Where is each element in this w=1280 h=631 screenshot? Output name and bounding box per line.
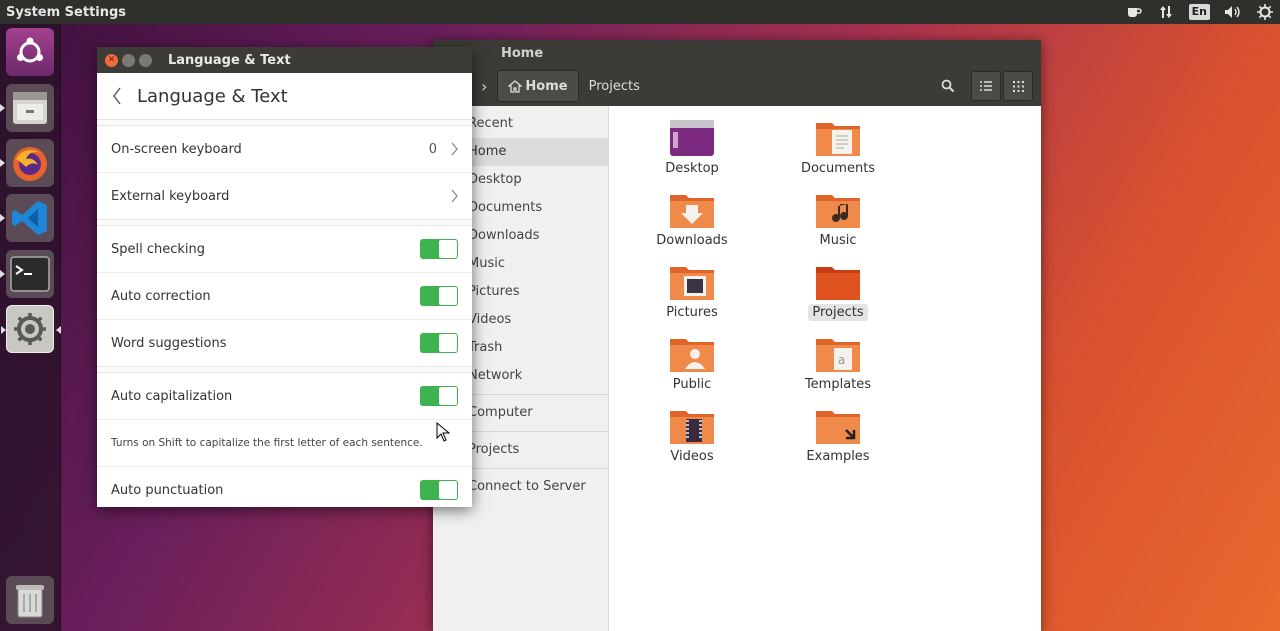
capitalization-group: Auto capitalization Turns on Shift to ca… [97,372,472,507]
folder-label: Desktop [665,161,719,176]
row-label: Word suggestions [111,335,227,351]
search-icon[interactable] [933,71,963,101]
folder-item-templates[interactable]: a Templates [783,336,893,393]
videos-folder-icon [670,408,714,444]
home-icon [508,79,523,93]
folder-item-projects[interactable]: Projects [783,264,893,321]
launcher [0,24,61,631]
files-titlebar: Home [433,40,1041,66]
documents-folder-icon [816,120,860,156]
app-title: System Settings [6,4,127,20]
trash-icon[interactable] [6,576,54,624]
minimize-button[interactable] [122,53,135,67]
folder-item-music[interactable]: Music [783,192,893,249]
row-label: External keyboard [111,188,230,204]
grid-view-icon[interactable] [1003,71,1033,101]
files-window: Home › Home Projects Recent Home Desktop… [433,40,1041,631]
files-window-title: Home [501,45,544,61]
auto-punctuation-row: Auto punctuation [97,467,472,507]
files-app-icon[interactable] [0,84,54,132]
close-button[interactable]: ✕ [105,53,118,67]
chevron-right-icon [451,189,458,203]
coffee-icon[interactable] [1125,4,1143,20]
lt-titlebar: ✕ Language & Text [97,47,472,73]
page-title: Language & Text [137,85,288,107]
downloads-folder-icon [670,192,714,228]
row-label: Auto correction [111,288,211,304]
volume-icon[interactable] [1224,4,1242,20]
word-suggestions-row: Word suggestions [97,320,472,366]
auto-capitalization-row: Auto capitalization [97,373,472,420]
folder-item-examples[interactable]: Examples [783,408,893,465]
projects-folder-icon [816,264,860,300]
text-correction-group: Spell checking Auto correction Word sugg… [97,225,472,367]
row-label: Auto capitalization [111,388,233,404]
path-projects-button[interactable]: Projects [579,71,650,101]
network-updown-icon[interactable] [1157,4,1175,20]
row-label: Auto punctuation [111,482,224,498]
lt-window-title: Language & Text [168,52,291,68]
top-panel: System Settings En [0,0,1280,24]
maximize-button[interactable] [139,53,152,67]
folder-label: Projects [808,304,868,321]
auto-punctuation-toggle[interactable] [420,480,458,500]
lt-header: Language & Text [97,73,472,120]
row-label: Spell checking [111,241,206,257]
files-toolbar: › Home Projects [433,66,1041,106]
folder-label: Videos [670,449,714,464]
auto-correction-row: Auto correction [97,273,472,320]
vscode-icon[interactable] [0,194,54,242]
desktop-folder-icon [670,120,714,156]
folder-label: Music [819,233,857,248]
chevron-right-icon [451,142,458,156]
external-keyboard-row[interactable]: External keyboard [97,173,472,219]
folder-item-documents[interactable]: Documents [783,120,893,177]
spell-checking-row: Spell checking [97,226,472,273]
chevron-left-icon [113,87,121,105]
public-folder-icon [670,336,714,372]
back-button[interactable] [97,73,137,119]
folder-item-pictures[interactable]: Pictures [637,264,747,321]
terminal-icon[interactable] [0,250,54,298]
folder-label: Examples [806,449,870,464]
word-suggestions-toggle[interactable] [420,333,458,353]
language-text-window: ✕ Language & Text Language & Text On-scr… [97,47,472,507]
mouse-pointer-icon [436,422,450,442]
folder-label: Downloads [656,233,728,248]
keyboard-language-indicator[interactable]: En [1188,4,1210,20]
auto-capitalization-toggle[interactable] [420,386,458,406]
folder-label: Public [672,377,712,392]
files-content: Desktop Documents Downloads Music Pictur… [609,106,1041,631]
folder-label: Pictures [666,305,718,320]
row-label: On-screen keyboard [111,141,242,157]
auto-correction-toggle[interactable] [420,286,458,306]
firefox-icon[interactable] [0,139,54,187]
folder-item-videos[interactable]: Videos [637,408,747,465]
spell-checking-toggle[interactable] [420,239,458,259]
music-folder-icon [816,192,860,228]
list-view-icon[interactable] [971,71,1001,101]
auto-capitalization-note: Turns on Shift to capitalize the first l… [97,420,472,467]
system-settings-icon[interactable] [1,305,61,353]
templates-folder-icon: a [816,336,860,372]
folder-label: Templates [804,377,872,392]
folder-item-downloads[interactable]: Downloads [637,192,747,249]
svg-text:a: a [838,353,845,367]
onscreen-keyboard-row[interactable]: On-screen keyboard 0 [97,126,472,173]
pictures-folder-icon [670,264,714,300]
examples-folder-icon [816,408,860,444]
path-home-label: Home [525,78,568,94]
folder-item-public[interactable]: Public [637,336,747,393]
path-home-button[interactable]: Home [497,70,579,102]
keyboard-group: On-screen keyboard 0 External keyboard [97,125,472,220]
folder-item-desktop[interactable]: Desktop [637,120,747,177]
ubuntu-logo-icon[interactable] [6,28,54,76]
settings-gear-icon[interactable] [1256,4,1274,20]
row-value: 0 [428,141,437,157]
folder-label: Documents [800,161,876,176]
